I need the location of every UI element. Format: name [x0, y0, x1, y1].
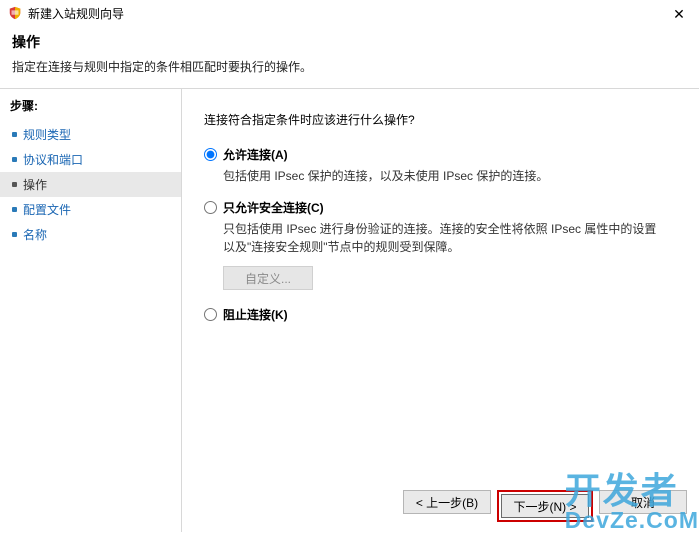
sidebar-item-label: 操作: [23, 176, 47, 193]
bullet-icon: [12, 132, 17, 137]
wizard-header: 操作 指定在连接与规则中指定的条件相匹配时要执行的操作。: [0, 26, 699, 85]
allow-desc: 包括使用 IPsec 保护的连接，以及未使用 IPsec 保护的连接。: [223, 167, 663, 185]
radio-block-label: 阻止连接(K): [223, 306, 288, 323]
wizard-footer: < 上一步(B) 下一步(N) > 取消: [403, 490, 687, 522]
bullet-icon: [12, 207, 17, 212]
next-button[interactable]: 下一步(N) >: [501, 494, 589, 518]
bullet-icon: [12, 232, 17, 237]
sidebar-item-name[interactable]: 名称: [0, 222, 181, 247]
bullet-icon: [12, 182, 17, 187]
sidebar-item-label: 配置文件: [23, 201, 71, 218]
radio-block[interactable]: [204, 308, 217, 321]
option-block-conn: 阻止连接(K): [204, 306, 677, 323]
back-button[interactable]: < 上一步(B): [403, 490, 491, 514]
window-title: 新建入站规则向导: [28, 5, 124, 22]
content-panel: 连接符合指定条件时应该进行什么操作? 允许连接(A) 包括使用 IPsec 保护…: [182, 89, 699, 532]
sidebar-item-label: 协议和端口: [23, 151, 83, 168]
page-subtitle: 指定在连接与规则中指定的条件相匹配时要执行的操作。: [12, 58, 687, 75]
close-button[interactable]: ✕: [669, 4, 689, 24]
sidebar-item-label: 规则类型: [23, 126, 71, 143]
shield-icon: [8, 6, 22, 20]
close-icon: ✕: [673, 6, 685, 23]
steps-sidebar: 步骤: 规则类型 协议和端口 操作 配置文件 名称: [0, 89, 182, 532]
sidebar-item-profile[interactable]: 配置文件: [0, 197, 181, 222]
option-allow-secure: 只允许安全连接(C) 只包括使用 IPsec 进行身份验证的连接。连接的安全性将…: [204, 199, 677, 290]
page-title: 操作: [12, 32, 687, 52]
question-text: 连接符合指定条件时应该进行什么操作?: [204, 111, 677, 128]
steps-heading: 步骤:: [0, 95, 181, 122]
radio-allow-label: 允许连接(A): [223, 146, 288, 163]
cancel-button[interactable]: 取消: [599, 490, 687, 514]
sidebar-item-label: 名称: [23, 226, 47, 243]
sidebar-item-rule-type[interactable]: 规则类型: [0, 122, 181, 147]
titlebar: 新建入站规则向导 ✕: [0, 0, 699, 26]
sidebar-item-action[interactable]: 操作: [0, 172, 181, 197]
allow-secure-desc: 只包括使用 IPsec 进行身份验证的连接。连接的安全性将依照 IPsec 属性…: [223, 220, 663, 256]
radio-allow[interactable]: [204, 148, 217, 161]
radio-allow-secure[interactable]: [204, 201, 217, 214]
radio-allow-secure-row[interactable]: 只允许安全连接(C): [204, 199, 677, 216]
customize-button: 自定义...: [223, 266, 313, 290]
radio-allow-secure-label: 只允许安全连接(C): [223, 199, 324, 216]
radio-allow-row[interactable]: 允许连接(A): [204, 146, 677, 163]
radio-block-row[interactable]: 阻止连接(K): [204, 306, 677, 323]
option-allow: 允许连接(A) 包括使用 IPsec 保护的连接，以及未使用 IPsec 保护的…: [204, 146, 677, 185]
bullet-icon: [12, 157, 17, 162]
next-highlight-box: 下一步(N) >: [497, 490, 593, 522]
sidebar-item-protocol-port[interactable]: 协议和端口: [0, 147, 181, 172]
